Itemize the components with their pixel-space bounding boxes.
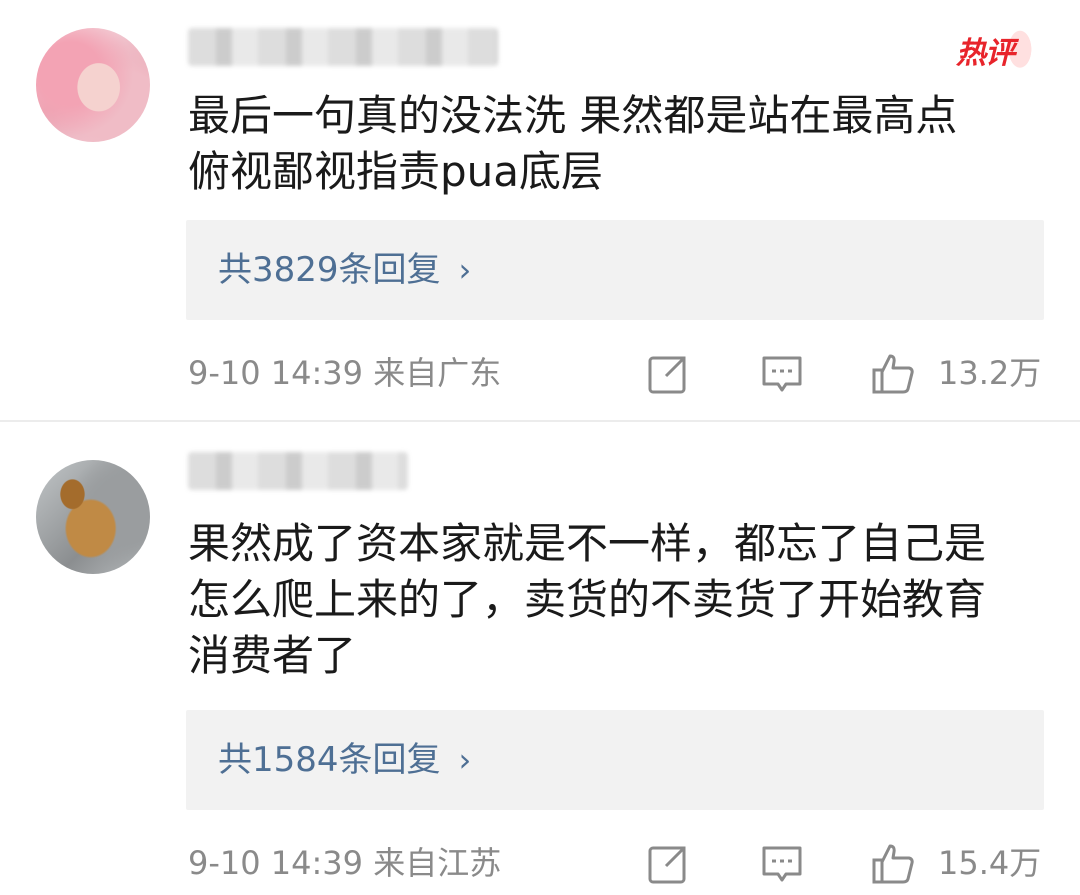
comment-icon[interactable] bbox=[760, 352, 804, 396]
comment-item: 热评 最后一句真的没法洗 果然都是站在最高点 俯视鄙视指责pua底层 共3829… bbox=[0, 0, 1080, 420]
comment-text: 果然成了资本家就是不一样，都忘了自己是 怎么爬上来的了，卖货的不卖货了开始教育 … bbox=[188, 516, 1048, 684]
comment-meta: 9-10 14:39 来自江苏 15.4万 bbox=[188, 838, 1048, 888]
replies-link[interactable]: 共3829条回复 › bbox=[186, 220, 1044, 320]
comment-text-line: 怎么爬上来的了，卖货的不卖货了开始教育 bbox=[188, 575, 987, 624]
comment-text-line: 最后一句真的没法洗 果然都是站在最高点 bbox=[188, 91, 958, 140]
hot-label: 热评 bbox=[956, 36, 1015, 71]
comment-meta: 9-10 14:39 来自广东 13.2万 bbox=[188, 348, 1048, 398]
chevron-right-icon: › bbox=[458, 251, 472, 289]
chevron-right-icon: › bbox=[458, 741, 472, 779]
avatar[interactable] bbox=[36, 28, 150, 142]
comment-text-line: 俯视鄙视指责pua底层 bbox=[188, 147, 604, 196]
username-blurred[interactable] bbox=[188, 28, 498, 66]
comment-text: 最后一句真的没法洗 果然都是站在最高点 俯视鄙视指责pua底层 bbox=[188, 88, 1048, 200]
like-icon[interactable] bbox=[871, 842, 915, 886]
comment-text-line: 消费者了 bbox=[188, 631, 357, 680]
replies-count: 共1584条回复 bbox=[218, 740, 441, 780]
share-icon[interactable] bbox=[646, 842, 690, 886]
comment-icon[interactable] bbox=[760, 842, 804, 886]
username-blurred[interactable] bbox=[188, 452, 408, 490]
replies-count: 共3829条回复 bbox=[218, 250, 441, 290]
time-location: 9-10 14:39 来自广东 bbox=[188, 354, 502, 392]
comment-item: 果然成了资本家就是不一样，都忘了自己是 怎么爬上来的了，卖货的不卖货了开始教育 … bbox=[0, 420, 1080, 895]
time-location: 9-10 14:39 来自江苏 bbox=[188, 844, 502, 882]
like-count: 15.4万 bbox=[938, 844, 1042, 882]
comment-text-line: 果然成了资本家就是不一样，都忘了自己是 bbox=[188, 519, 987, 568]
hot-comment-badge: 热评 bbox=[956, 18, 1036, 71]
like-count: 13.2万 bbox=[938, 354, 1042, 392]
replies-link[interactable]: 共1584条回复 › bbox=[186, 710, 1044, 810]
share-icon[interactable] bbox=[646, 352, 690, 396]
avatar[interactable] bbox=[36, 460, 150, 574]
like-icon[interactable] bbox=[871, 352, 915, 396]
